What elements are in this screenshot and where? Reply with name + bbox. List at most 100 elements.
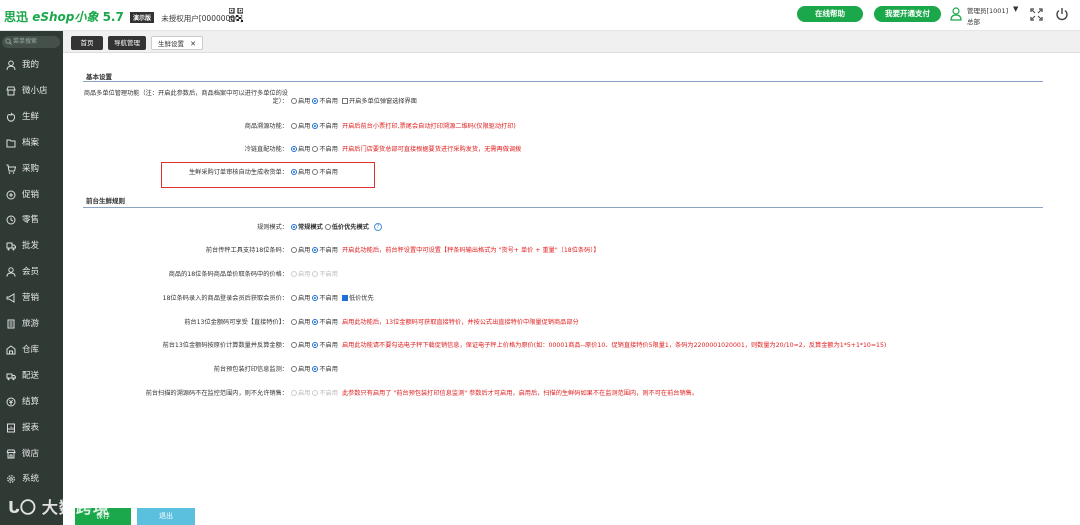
exit-button[interactable]: 退出 <box>137 508 195 525</box>
special-13-on-radio[interactable] <box>291 318 297 325</box>
sidebar-item-warehouse[interactable]: 仓库 <box>0 340 63 360</box>
power-icon[interactable] <box>1055 7 1069 21</box>
menu-search-placeholder: 菜单搜索 <box>13 38 38 45</box>
cart-icon <box>6 164 16 174</box>
sidebar-item-shop[interactable]: 微小店 <box>0 81 63 101</box>
trace-note: 开启后前台小票打印,票尾会自动打印溯源二维码(仅限驱动打印) <box>341 123 516 130</box>
menu-search-input[interactable]: 菜单搜索 <box>2 36 60 48</box>
scale-18-on-radio[interactable] <box>291 246 297 253</box>
sidebar-item-report[interactable]: 报表 <box>0 418 63 438</box>
fullscreen-icon[interactable] <box>1030 8 1043 21</box>
logo: 思迅 eShop小象 5.7 演示版 未授权用户[00000000] <box>4 8 243 25</box>
special-13-off-radio[interactable] <box>312 318 319 325</box>
tab-fresh-settings-label: 生鲜设置 <box>158 40 185 48</box>
top-header: 思迅 eShop小象 5.7 演示版 未授权用户[00000000] 在线帮助 … <box>0 0 1080 31</box>
sidebar-item-megaphone[interactable]: 营销 <box>0 288 63 308</box>
delivery-icon <box>6 373 16 381</box>
highlight-box <box>161 162 375 188</box>
sidebar-item-truck[interactable]: 批发 <box>0 236 63 256</box>
sidebar-item-document[interactable]: 旅游 <box>0 314 63 334</box>
document-icon <box>7 319 15 329</box>
multi-unit-popup-checkbox[interactable] <box>341 97 348 104</box>
sidebar-item-label: 档案 <box>22 137 40 148</box>
low-price-checkbox[interactable] <box>341 294 348 301</box>
trace-scan-control: 启用 不启用 此参数只有启用了 "前台预包装打印信息监测" 参数后才可启用，启用… <box>291 388 698 397</box>
user-icon[interactable] <box>950 7 962 21</box>
clock-icon <box>6 215 16 225</box>
help-icon[interactable]: ? <box>373 222 382 231</box>
trace-on-radio[interactable] <box>291 122 297 129</box>
prepack-on-radio[interactable] <box>291 365 297 372</box>
gift-icon <box>6 190 16 199</box>
shop-icon <box>6 86 16 96</box>
tab-nav-manage-label: 导航管理 <box>114 39 140 47</box>
calc-13-on-radio[interactable] <box>291 341 297 348</box>
prepack-off-radio[interactable] <box>312 365 319 372</box>
sidebar-item-clock[interactable]: 零售 <box>0 210 63 230</box>
sidebar-item-user[interactable]: 我的 <box>0 55 63 75</box>
sidebar-item-label: 仓库 <box>22 344 40 355</box>
tab-nav-manage[interactable]: 导航管理 <box>108 36 146 50</box>
tab-fresh-settings[interactable]: 生鲜设置 ✕ <box>151 36 203 50</box>
member-icon <box>6 267 16 277</box>
watermark-logo: ᒐ〇 <box>8 498 36 517</box>
row-label-cold-chain: 冷链直配功能： <box>244 146 288 153</box>
online-help-button[interactable]: 在线帮助 <box>797 6 863 22</box>
member-price-off-radio[interactable] <box>312 294 319 301</box>
sidebar-item-member[interactable]: 会员 <box>0 262 63 282</box>
sidebar-item-gift[interactable]: 促销 <box>0 185 63 205</box>
qr-code-icon[interactable] <box>229 8 243 22</box>
barcode-price-on-radio[interactable] <box>291 270 297 277</box>
trace-off-radio[interactable] <box>312 122 319 129</box>
section-divider <box>83 207 1043 208</box>
user-name[interactable]: 管理员[1001] <box>967 5 1008 15</box>
folder-icon <box>6 139 16 148</box>
gear-icon <box>7 475 15 484</box>
row-label-multi-unit: 商品多单位管理功能（注：开启此参数后，商品档案中可以进行多单位的设定）： <box>83 90 288 105</box>
user-dropdown-caret[interactable]: ▼ <box>1013 5 1018 13</box>
row-label-prepack-monitor: 前台预包装打印信息监测： <box>213 366 288 373</box>
multi-unit-off-radio[interactable] <box>312 97 319 104</box>
member-price-on-radio[interactable] <box>291 294 297 301</box>
sidebar-item-label: 我的 <box>22 60 40 70</box>
sidebar-item-label: 零售 <box>22 215 40 226</box>
sidebar-item-delivery[interactable]: 配送 <box>0 366 63 386</box>
multi-unit-on-radio[interactable] <box>291 97 297 104</box>
calc-13-off-radio[interactable] <box>312 341 319 348</box>
open-payment-button[interactable]: 我要开通支付 <box>874 6 941 22</box>
sidebar-item-label: 会员 <box>22 267 40 278</box>
user-shop: 总部 <box>967 18 980 26</box>
trace-scan-note: 此参数只有启用了 "前台预包装打印信息监测" 参数后才可启用，启用后，扫描的生鲜… <box>341 390 699 397</box>
sidebar-item-label: 微小店 <box>22 85 48 96</box>
barcode-price-off-radio[interactable] <box>312 270 319 277</box>
money-icon <box>6 397 16 407</box>
tab-home[interactable]: 首页 <box>71 36 103 50</box>
close-icon[interactable]: ✕ <box>190 40 196 48</box>
trace-on-label: 启用 <box>298 123 311 130</box>
scale-18-off-label: 不启用 <box>319 247 338 254</box>
sidebar-item-store[interactable]: 微店 <box>0 444 63 464</box>
scale-18-off-radio[interactable] <box>312 246 319 253</box>
sidebar-item-folder[interactable]: 档案 <box>0 133 63 153</box>
trace-scan-on-radio[interactable] <box>291 389 297 396</box>
cold-chain-off-radio[interactable] <box>312 145 319 152</box>
sidebar-item-label: 报表 <box>22 422 40 433</box>
row-label-scale-18: 前台传秤工具支持18位条码： <box>205 247 288 254</box>
apple-icon <box>6 112 16 122</box>
sidebar-item-money[interactable]: 结算 <box>0 392 63 412</box>
special-13-on-label: 启用 <box>298 319 311 326</box>
row-label-calc-13: 前台13位金额码按原价计算数量并反算金额： <box>162 342 288 349</box>
low-price-label: 低价优先 <box>348 295 374 302</box>
multi-unit-on-label: 启用 <box>298 98 311 105</box>
special-13-note: 启用此功能后，13位金额码可获取直接特价，并按公式出直接特价中限量促销商品部分 <box>341 319 579 326</box>
sidebar-item-cart[interactable]: 采购 <box>0 159 63 179</box>
sidebar-item-gear[interactable]: 系统 <box>0 469 63 489</box>
rule-normal-radio[interactable] <box>291 223 297 230</box>
trace-off-label: 不启用 <box>319 123 338 130</box>
logo-product: eShop小象 <box>32 10 99 24</box>
sidebar-item-apple[interactable]: 生鲜 <box>0 107 63 127</box>
trace-scan-off-radio[interactable] <box>312 389 319 396</box>
cold-chain-on-radio[interactable] <box>291 145 297 152</box>
rule-low-radio[interactable] <box>324 223 331 230</box>
sidebar-item-label: 结算 <box>22 396 40 407</box>
